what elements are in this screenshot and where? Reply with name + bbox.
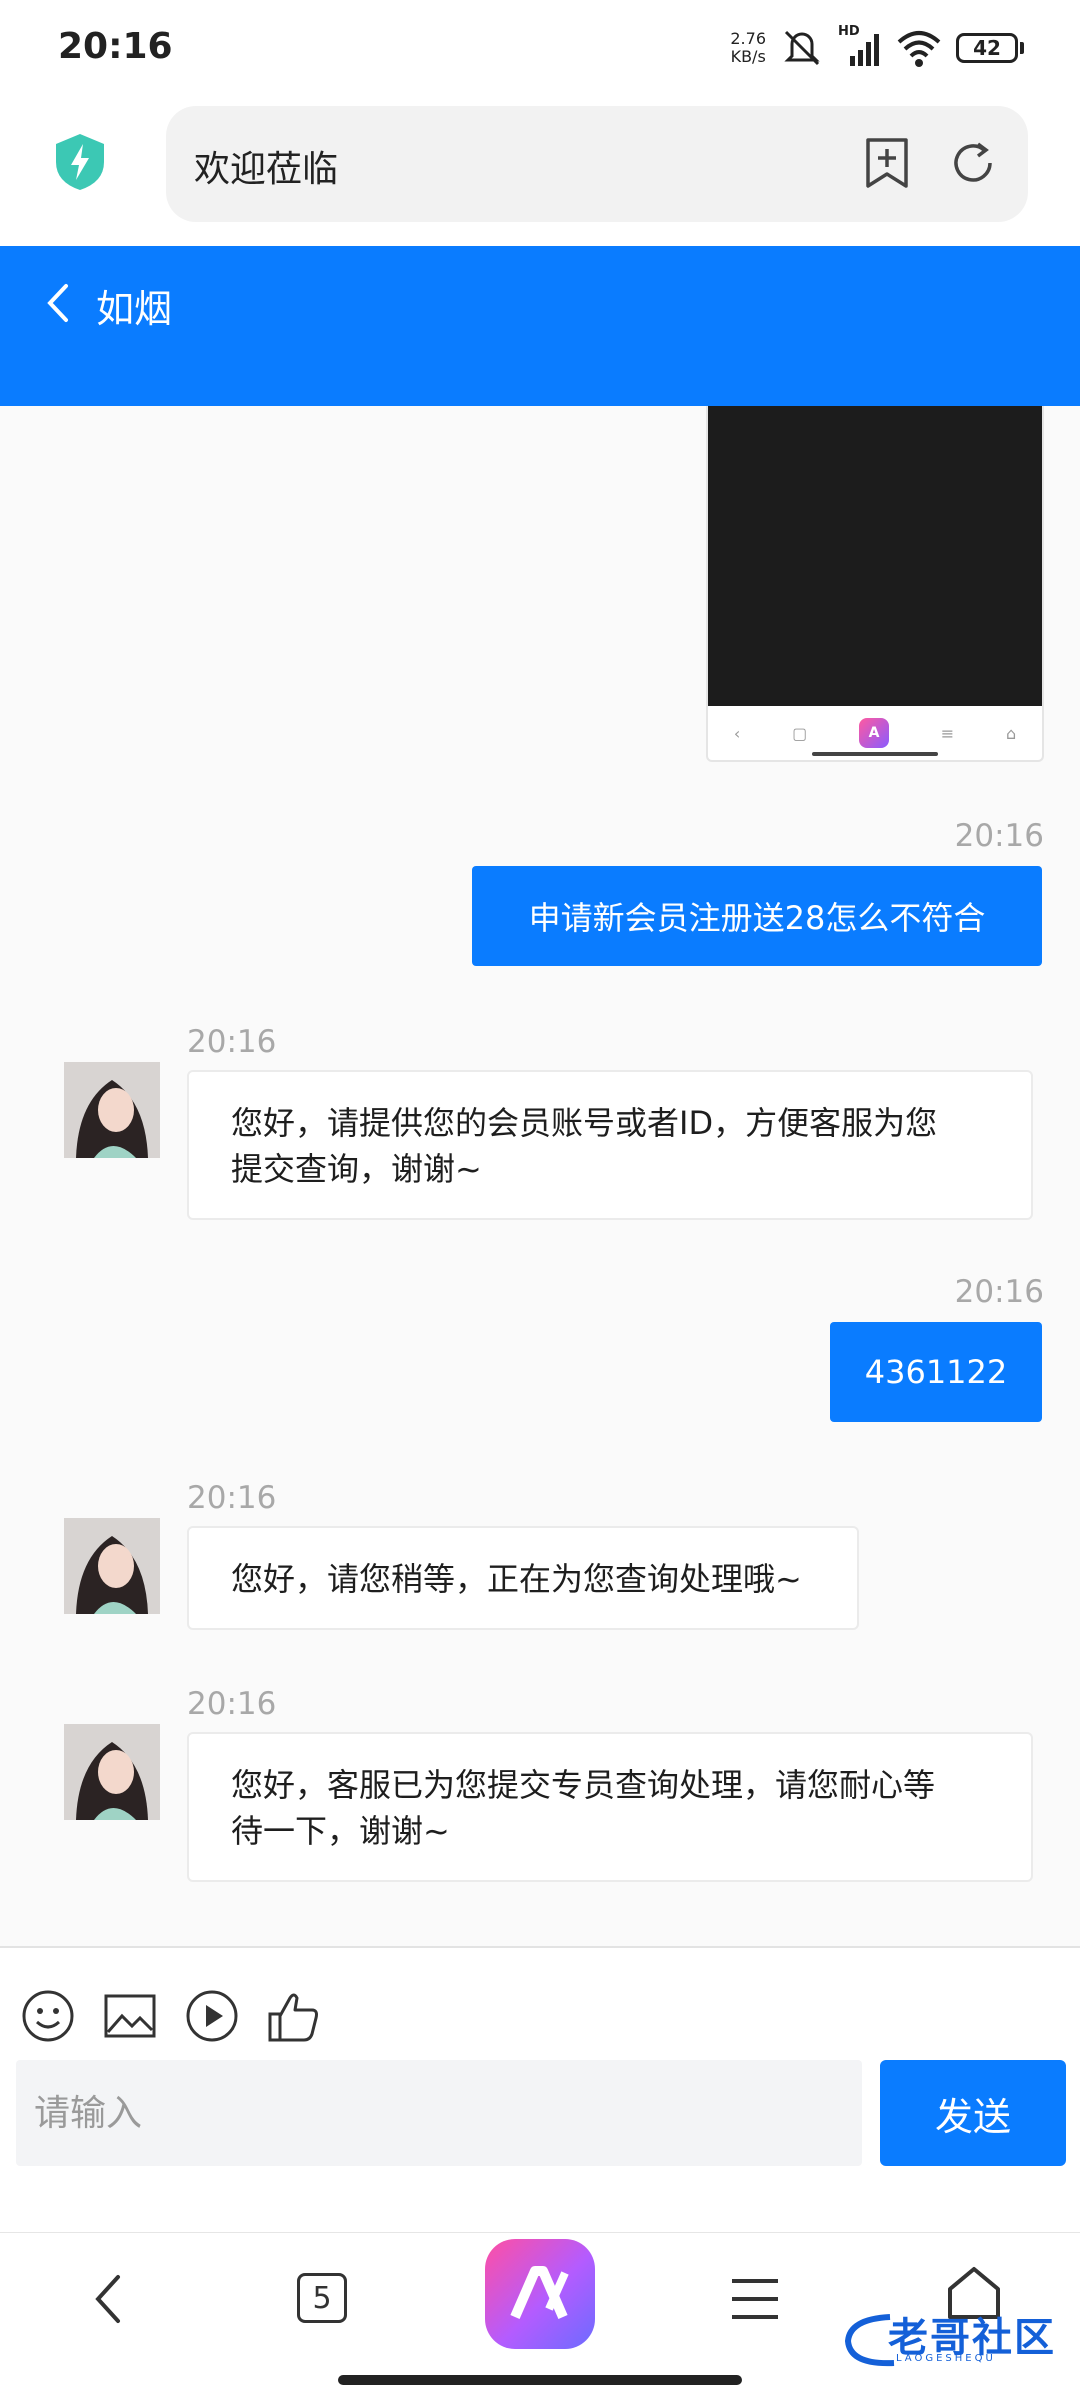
message-bubble-outgoing[interactable]: 4361122	[830, 1322, 1042, 1422]
refresh-icon[interactable]	[948, 138, 998, 188]
message-bubble-incoming[interactable]: 您好，请您稍等，正在为您查询处理哦~	[187, 1526, 859, 1630]
back-chevron-icon[interactable]	[40, 278, 76, 328]
wifi-icon	[897, 31, 941, 67]
message-text-line: 提交查询，谢谢~	[231, 1150, 482, 1188]
add-bookmark-icon[interactable]	[862, 136, 912, 190]
video-icon[interactable]	[184, 1988, 240, 2044]
agent-avatar[interactable]	[64, 1518, 160, 1614]
battery-tip	[1020, 42, 1024, 54]
screenshot-dark-area	[708, 406, 1042, 706]
back-icon[interactable]	[84, 2269, 134, 2329]
composer: 发送	[0, 1946, 1080, 2232]
menu-icon[interactable]	[728, 2269, 782, 2329]
message-bubble-incoming[interactable]: 您好，请提供您的会员账号或者ID，方便客服为您 提交查询，谢谢~	[187, 1070, 1033, 1220]
screenshot-nav-bar: ‹ ▢ A ≡ ⌂	[708, 706, 1042, 760]
ai-assistant-button[interactable]	[485, 2239, 595, 2349]
message-text-line: 您好，客服已为您提交专员查询处理，请您耐心等	[231, 1766, 936, 1804]
network-speed-unit: KB/s	[730, 47, 766, 66]
screenshot-menu-icon: ≡	[940, 723, 955, 743]
security-shield-icon[interactable]	[52, 132, 108, 192]
avatar-portrait	[64, 1062, 160, 1158]
watermark-subtext: LAOGESHEQU	[896, 2353, 996, 2364]
cellular-signal: HD	[838, 24, 882, 68]
battery-indicator: 42	[956, 33, 1024, 63]
network-speed: 2.76 KB/s	[730, 30, 766, 66]
emoji-icon[interactable]	[20, 1988, 76, 2044]
agent-avatar[interactable]	[64, 1062, 160, 1158]
browser-bottom-nav: 5 老哥社区 LAOGESHEQU	[0, 2232, 1080, 2400]
message-timestamp: 20:16	[954, 1274, 1044, 1310]
address-bar-text[interactable]: 欢迎莅临	[194, 140, 338, 192]
home-indicator[interactable]	[338, 2375, 742, 2385]
watermark-logo: 老哥社区 LAOGESHEQU	[840, 2305, 1070, 2375]
screenshot-home-icon: ⌂	[1005, 723, 1017, 743]
chat-header: 如烟	[0, 246, 1080, 406]
message-timestamp: 20:16	[187, 1024, 277, 1060]
battery-level: 42	[956, 33, 1018, 63]
message-timestamp: 20:16	[187, 1686, 277, 1722]
message-input[interactable]	[16, 2060, 862, 2166]
message-text-line: 您好，请提供您的会员账号或者ID，方便客服为您	[231, 1104, 938, 1142]
message-text-line: 您好，请您稍等，正在为您查询处理哦~	[231, 1560, 802, 1598]
image-icon[interactable]	[102, 1988, 158, 2044]
message-list[interactable]: ‹ ▢ A ≡ ⌂ 20:16 申请新会员注册送28怎么不符合 20:16 您好…	[0, 406, 1080, 1946]
status-time: 20:16	[58, 26, 173, 67]
browser-bar: 欢迎莅临	[0, 100, 1080, 246]
network-speed-value: 2.76	[730, 29, 766, 48]
avatar-portrait	[64, 1724, 160, 1820]
composer-toolbar	[20, 1988, 322, 2044]
shared-screenshot-image[interactable]: ‹ ▢ A ≡ ⌂	[706, 406, 1044, 762]
avatar-portrait	[64, 1518, 160, 1614]
status-bar: 20:16 2.76 KB/s HD 42	[0, 0, 1080, 100]
mute-icon	[784, 30, 820, 66]
message-timestamp: 20:16	[187, 1480, 277, 1516]
screenshot-back-icon: ‹	[733, 723, 741, 743]
send-button[interactable]: 发送	[880, 2060, 1066, 2166]
chat-title: 如烟	[96, 287, 173, 331]
address-bar[interactable]: 欢迎莅临	[166, 106, 1028, 222]
ai-logo-icon	[510, 2266, 569, 2319]
screenshot-home-indicator	[812, 752, 938, 756]
message-bubble-incoming[interactable]: 您好，客服已为您提交专员查询处理，请您耐心等 待一下，谢谢~	[187, 1732, 1033, 1882]
screenshot-ai-icon: A	[858, 718, 889, 748]
message-bubble-outgoing[interactable]: 申请新会员注册送28怎么不符合	[472, 866, 1042, 966]
status-icons: 2.76 KB/s HD 42	[730, 24, 1024, 68]
thumbs-up-icon[interactable]	[266, 1988, 322, 2044]
agent-avatar[interactable]	[64, 1724, 160, 1820]
screenshot-tabs-icon: ▢	[792, 723, 808, 743]
message-timestamp: 20:16	[954, 818, 1044, 854]
tabs-counter-button[interactable]: 5	[297, 2273, 347, 2323]
signal-bars-icon	[850, 34, 879, 66]
message-text-line: 待一下，谢谢~	[231, 1812, 450, 1850]
